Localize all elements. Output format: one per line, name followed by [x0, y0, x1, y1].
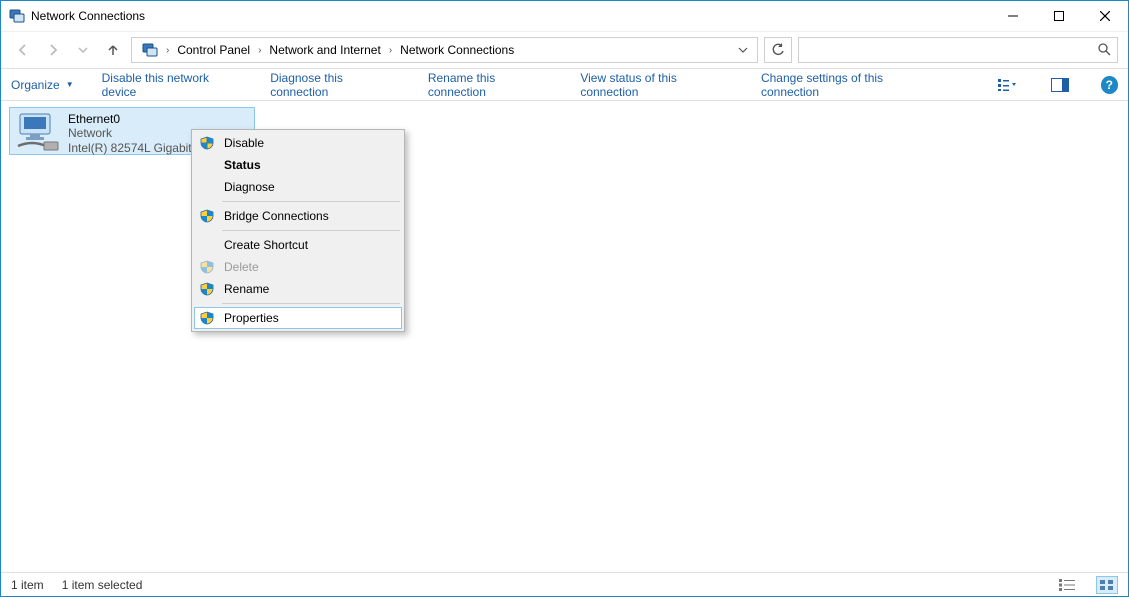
- command-bar: Organize ▼ Disable this network device D…: [1, 69, 1128, 101]
- breadcrumb-icon[interactable]: [136, 40, 164, 60]
- ctx-disable[interactable]: Disable: [194, 132, 402, 154]
- preview-pane-button[interactable]: [1047, 73, 1072, 97]
- ctx-properties-label: Properties: [224, 311, 394, 325]
- uac-shield-icon: [198, 311, 216, 325]
- details-view-button[interactable]: [1056, 576, 1078, 594]
- window-title: Network Connections: [31, 9, 145, 23]
- adapter-status: Network: [68, 126, 204, 140]
- ctx-diagnose[interactable]: Diagnose: [194, 176, 402, 198]
- chevron-right-icon[interactable]: ›: [258, 45, 261, 56]
- ctx-shortcut-label: Create Shortcut: [224, 238, 394, 252]
- view-options-button[interactable]: [994, 73, 1019, 97]
- titlebar: Network Connections: [1, 1, 1128, 31]
- status-bar: 1 item 1 item selected: [1, 572, 1128, 596]
- large-icons-view-button[interactable]: [1096, 576, 1118, 594]
- ctx-delete-label: Delete: [224, 260, 394, 274]
- uac-shield-icon: [198, 209, 216, 223]
- chevron-right-icon[interactable]: ›: [389, 45, 392, 56]
- ctx-disable-label: Disable: [224, 136, 394, 150]
- context-menu: Disable Status Diagnose Bridge Connectio…: [191, 129, 405, 332]
- ctx-shortcut[interactable]: Create Shortcut: [194, 234, 402, 256]
- ctx-diagnose-label: Diagnose: [224, 180, 394, 194]
- breadcrumb-box[interactable]: › Control Panel › Network and Internet ›…: [131, 37, 758, 63]
- chevron-down-icon: ▼: [66, 80, 74, 89]
- status-selected-count: 1 item selected: [62, 578, 143, 592]
- adapter-text: Ethernet0 Network Intel(R) 82574L Gigabi…: [68, 112, 204, 155]
- forward-button[interactable]: [41, 38, 65, 62]
- ctx-separator: [222, 303, 400, 304]
- status-item-count: 1 item: [11, 578, 44, 592]
- back-button[interactable]: [11, 38, 35, 62]
- search-icon[interactable]: [1097, 42, 1111, 59]
- network-adapter-icon: [16, 112, 60, 152]
- breadcrumb-network-internet[interactable]: Network and Internet: [263, 41, 386, 59]
- adapter-name: Ethernet0: [68, 112, 204, 126]
- ctx-separator: [222, 230, 400, 231]
- ctx-delete: Delete: [194, 256, 402, 278]
- ctx-rename-label: Rename: [224, 282, 394, 296]
- uac-shield-icon: [198, 282, 216, 296]
- close-button[interactable]: [1082, 1, 1128, 31]
- adapter-device: Intel(R) 82574L Gigabit N: [68, 141, 204, 155]
- ctx-bridge-label: Bridge Connections: [224, 209, 394, 223]
- ctx-separator: [222, 201, 400, 202]
- maximize-button[interactable]: [1036, 1, 1082, 31]
- view-status-command[interactable]: View status of this connection: [580, 71, 733, 99]
- minimize-button[interactable]: [990, 1, 1036, 31]
- uac-shield-icon: [198, 136, 216, 150]
- content-area[interactable]: Ethernet0 Network Intel(R) 82574L Gigabi…: [1, 101, 1128, 572]
- organize-menu[interactable]: Organize ▼: [11, 78, 74, 92]
- address-bar: › Control Panel › Network and Internet ›…: [1, 31, 1128, 69]
- ctx-properties[interactable]: Properties: [194, 307, 402, 329]
- recent-dropdown-button[interactable]: [71, 38, 95, 62]
- breadcrumb-control-panel[interactable]: Control Panel: [171, 41, 256, 59]
- app-icon: [9, 8, 25, 24]
- breadcrumb-network-connections[interactable]: Network Connections: [394, 41, 520, 59]
- ctx-status-label: Status: [224, 158, 394, 172]
- address-dropdown-button[interactable]: [733, 45, 753, 55]
- chevron-right-icon[interactable]: ›: [166, 45, 169, 56]
- ctx-bridge[interactable]: Bridge Connections: [194, 205, 402, 227]
- ctx-rename[interactable]: Rename: [194, 278, 402, 300]
- uac-shield-icon: [198, 260, 216, 274]
- refresh-button[interactable]: [764, 37, 792, 63]
- disable-device-command[interactable]: Disable this network device: [102, 71, 243, 99]
- up-button[interactable]: [101, 38, 125, 62]
- help-button[interactable]: ?: [1101, 76, 1118, 94]
- diagnose-command[interactable]: Diagnose this connection: [270, 71, 400, 99]
- search-input[interactable]: [798, 37, 1118, 63]
- organize-label: Organize: [11, 78, 60, 92]
- change-settings-command[interactable]: Change settings of this connection: [761, 71, 938, 99]
- ctx-status[interactable]: Status: [194, 154, 402, 176]
- rename-command[interactable]: Rename this connection: [428, 71, 552, 99]
